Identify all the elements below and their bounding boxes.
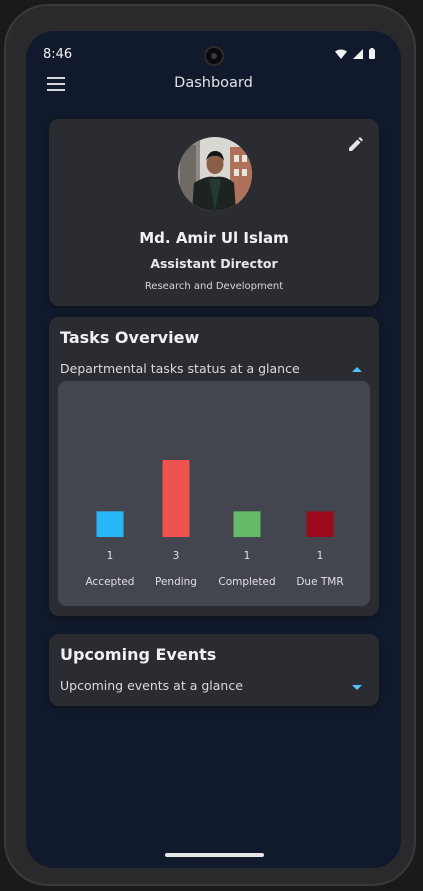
bar-due-tmr[interactable] (306, 511, 334, 537)
category-label: Pending (155, 576, 197, 588)
app-bar: Dashboard (26, 71, 401, 99)
category-label: Accepted (86, 576, 135, 588)
upcoming-events-subtitle: Upcoming events at a glance (60, 678, 243, 693)
profile-role: Assistant Director (150, 256, 278, 271)
bar-completed[interactable] (233, 511, 261, 537)
bar-accepted[interactable] (96, 511, 124, 537)
profile-card: Md. Amir Ul Islam Assistant Director Res… (49, 119, 379, 306)
profile-name: Md. Amir Ul Islam (139, 229, 289, 247)
upcoming-events-card: Upcoming Events Upcoming events at a gla… (49, 634, 379, 706)
avatar[interactable] (178, 137, 252, 211)
page-title: Dashboard (174, 75, 253, 91)
home-indicator[interactable] (165, 853, 264, 857)
category-label: Completed (218, 576, 275, 588)
wifi-icon (335, 49, 347, 59)
front-camera-icon (204, 46, 224, 66)
tasks-chart-panel: 1 Accepted 3 Pending 1 Completed 1 Due TMR (58, 381, 370, 606)
expand-caret-icon[interactable] (352, 685, 362, 690)
cellular-signal-icon (353, 48, 363, 59)
category-label: Due TMR (296, 576, 343, 588)
device-frame: 8:46 Dashboard Md. Amir Ul Islam Assista… (4, 4, 416, 886)
tasks-overview-subtitle: Departmental tasks status at a glance (60, 361, 300, 376)
status-time: 8:46 (43, 47, 73, 62)
status-icons (335, 48, 375, 59)
collapse-caret-icon[interactable] (352, 367, 362, 372)
screen: 8:46 Dashboard Md. Amir Ul Islam Assista… (26, 31, 401, 868)
tasks-overview-card: Tasks Overview Departmental tasks status… (49, 317, 379, 616)
value-label: 1 (244, 550, 251, 562)
upcoming-events-title: Upcoming Events (60, 645, 217, 664)
value-label: 3 (173, 550, 180, 562)
bar-pending[interactable] (162, 460, 190, 537)
value-label: 1 (317, 550, 324, 562)
pencil-edit-icon[interactable] (349, 137, 363, 151)
value-label: 1 (107, 550, 114, 562)
profile-department: Research and Development (144, 281, 284, 292)
tasks-overview-title: Tasks Overview (60, 328, 200, 347)
tasks-bar-chart: 1 Accepted 3 Pending 1 Completed 1 Due TMR (86, 460, 344, 588)
battery-icon (369, 48, 375, 59)
